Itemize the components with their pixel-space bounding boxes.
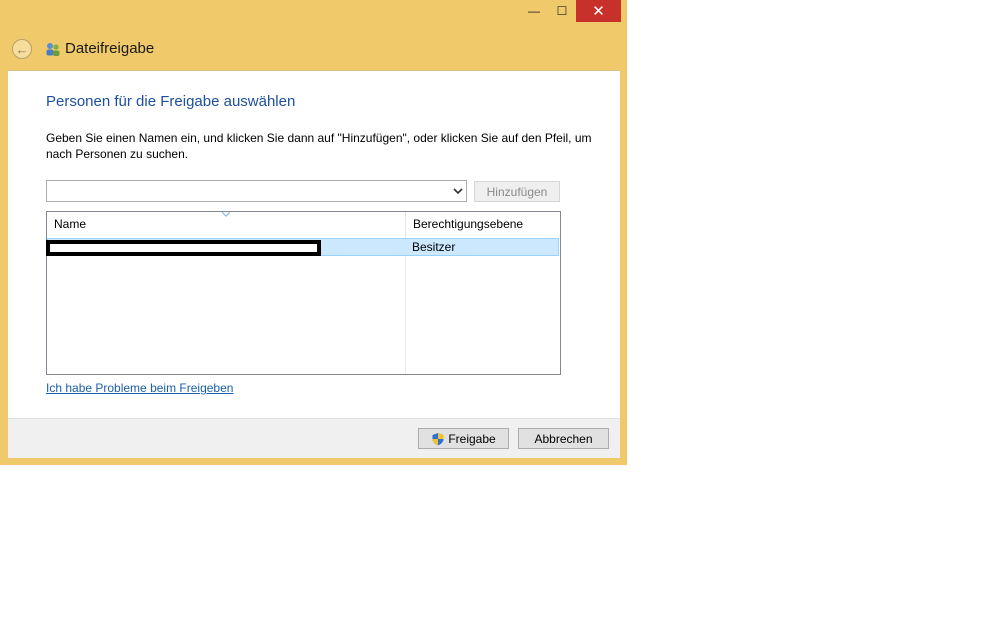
column-divider [405, 237, 406, 374]
help-link[interactable]: Ich habe Probleme beim Freigeben [46, 381, 233, 395]
share-button[interactable]: Freigabe [418, 428, 509, 449]
sort-indicator-icon [222, 212, 230, 217]
list-header: Name Berechtigungsebene [47, 212, 560, 237]
people-share-icon [46, 43, 60, 56]
file-sharing-window: — ☐ ✕ ← Dateifreigabe Personen für die F… [0, 0, 627, 465]
list-item[interactable]: Besitzer [46, 238, 559, 256]
instruction-text: Geben Sie einen Namen ein, und klicken S… [46, 131, 592, 161]
add-button[interactable]: Hinzufügen [474, 181, 560, 202]
navigation-bar: ← Dateifreigabe [0, 34, 627, 64]
caption-buttons: — ☐ ✕ [520, 0, 621, 22]
window-title: Dateifreigabe [65, 40, 155, 57]
minimize-button[interactable]: — [520, 0, 548, 22]
share-button-label: Freigabe [448, 431, 496, 446]
dialog-content: Personen für die Freigabe auswählen Gebe… [8, 70, 620, 419]
page-title: Personen für die Freigabe auswählen [46, 93, 296, 110]
close-button[interactable]: ✕ [576, 0, 621, 22]
uac-shield-icon [432, 432, 444, 445]
redacted-name-box [46, 240, 321, 256]
maximize-button[interactable]: ☐ [548, 0, 576, 22]
cancel-button[interactable]: Abbrechen [518, 428, 609, 449]
chevron-down-icon[interactable] [452, 184, 464, 198]
permission-level[interactable]: Besitzer [412, 239, 455, 255]
back-arrow-icon[interactable]: ← [12, 39, 32, 59]
dialog-footer: Freigabe Abbrechen [8, 418, 620, 458]
person-name-combobox[interactable] [46, 180, 467, 202]
column-header-permission[interactable]: Berechtigungsebene [405, 212, 560, 237]
share-list[interactable]: Name Berechtigungsebene Besitzer [46, 211, 561, 375]
